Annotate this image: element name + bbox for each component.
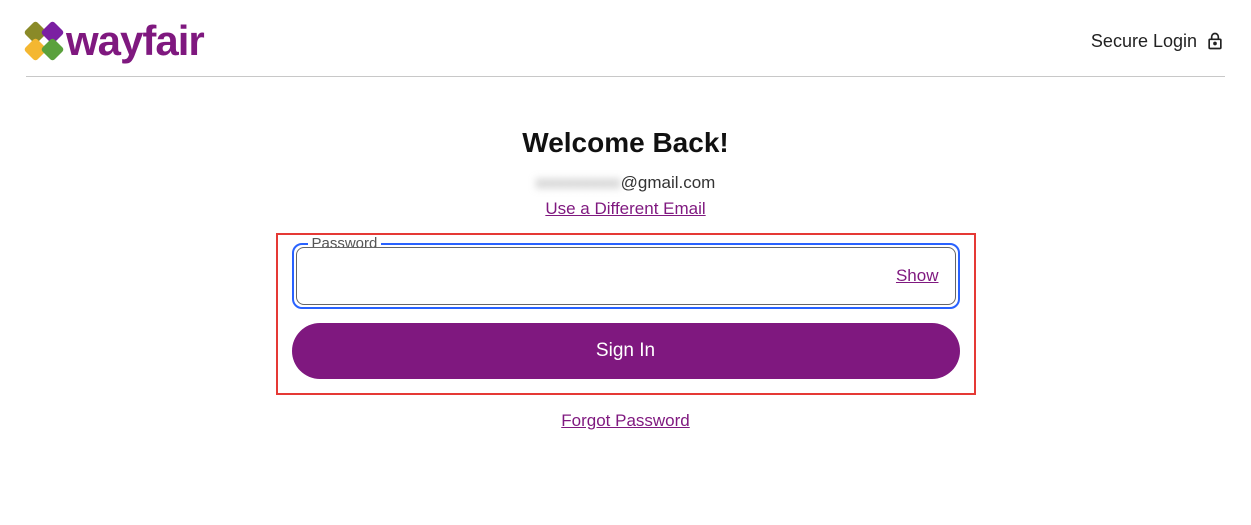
login-panel: Welcome Back! xxxxxxxxxx @gmail.com Use … bbox=[0, 77, 1251, 431]
email-local-blurred: xxxxxxxxxx bbox=[536, 173, 621, 193]
forgot-password-link[interactable]: Forgot Password bbox=[561, 411, 690, 431]
brand-name: wayfair bbox=[66, 20, 204, 62]
header: wayfair Secure Login bbox=[0, 0, 1251, 76]
password-input[interactable] bbox=[313, 248, 896, 304]
show-password-button[interactable]: Show bbox=[896, 266, 939, 286]
wayfair-logo[interactable]: wayfair bbox=[26, 20, 204, 62]
secure-login-label: Secure Login bbox=[1091, 31, 1225, 52]
email-domain: @gmail.com bbox=[621, 173, 716, 193]
annotation-highlight-box: Password Show Sign In bbox=[276, 233, 976, 395]
lock-icon bbox=[1205, 31, 1225, 51]
email-display: xxxxxxxxxx @gmail.com bbox=[536, 173, 716, 193]
use-different-email-link[interactable]: Use a Different Email bbox=[545, 199, 705, 219]
password-field-wrapper: Password Show bbox=[292, 243, 960, 309]
secure-login-text: Secure Login bbox=[1091, 31, 1197, 52]
page-title: Welcome Back! bbox=[522, 127, 728, 159]
sign-in-button[interactable]: Sign In bbox=[292, 323, 960, 379]
wayfair-flower-icon bbox=[26, 23, 62, 59]
